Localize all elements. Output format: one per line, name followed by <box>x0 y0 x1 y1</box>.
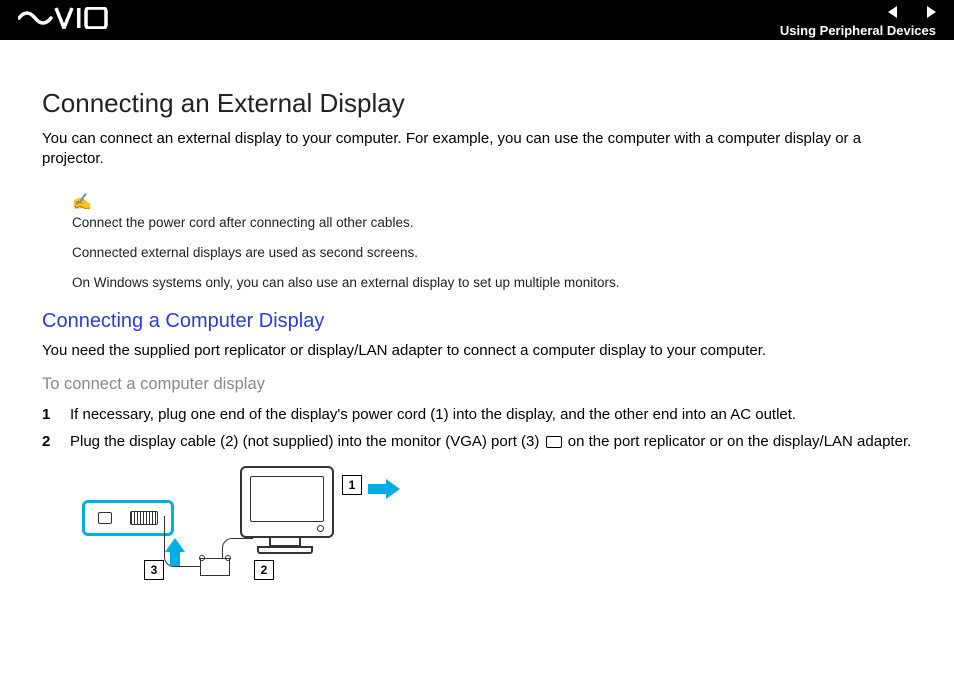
callout-3: 3 <box>144 560 164 580</box>
note-icon: ✍ <box>72 192 912 212</box>
header-bar: 72 Using Peripheral Devices <box>0 0 954 40</box>
section-title: Using Peripheral Devices <box>780 23 936 38</box>
step-text: If necessary, plug one end of the displa… <box>70 404 796 425</box>
step-number: 1 <box>42 404 56 425</box>
connector-illustration <box>200 558 230 576</box>
note-block: ✍ Connect the power cord after connectin… <box>72 192 912 293</box>
step-number: 2 <box>42 431 56 452</box>
callout-1: 1 <box>342 475 362 495</box>
list-item: 1 If necessary, plug one end of the disp… <box>42 404 912 425</box>
document-page: 72 Using Peripheral Devices Connecting a… <box>0 0 954 674</box>
vaio-logo <box>18 7 108 34</box>
note-line: On Windows systems only, you can also us… <box>72 274 912 292</box>
sub-heading: Connecting a Computer Display <box>42 310 912 333</box>
sub-intro: You need the supplied port replicator or… <box>42 341 912 361</box>
page-number: 72 <box>903 3 921 21</box>
next-page-icon[interactable] <box>927 6 936 18</box>
adapter-illustration <box>82 500 174 536</box>
vga-port-icon <box>546 436 562 448</box>
note-line: Connected external displays are used as … <box>72 244 912 262</box>
content-area: Connecting an External Display You can c… <box>0 40 954 596</box>
note-line: Connect the power cord after connecting … <box>72 214 912 232</box>
intro-text: You can connect an external display to y… <box>42 129 912 170</box>
list-item: 2 Plug the display cable (2) (not suppli… <box>42 431 912 452</box>
page-title: Connecting an External Display <box>42 88 912 119</box>
prev-page-icon[interactable] <box>888 6 897 18</box>
header-nav: 72 Using Peripheral Devices <box>772 3 936 38</box>
procedure-title: To connect a computer display <box>42 375 912 394</box>
callout-2: 2 <box>254 560 274 580</box>
step-text: Plug the display cable (2) (not supplied… <box>70 431 911 452</box>
connection-diagram: 1 2 3 <box>82 466 412 596</box>
monitor-illustration <box>240 466 330 554</box>
steps-list: 1 If necessary, plug one end of the disp… <box>42 404 912 452</box>
